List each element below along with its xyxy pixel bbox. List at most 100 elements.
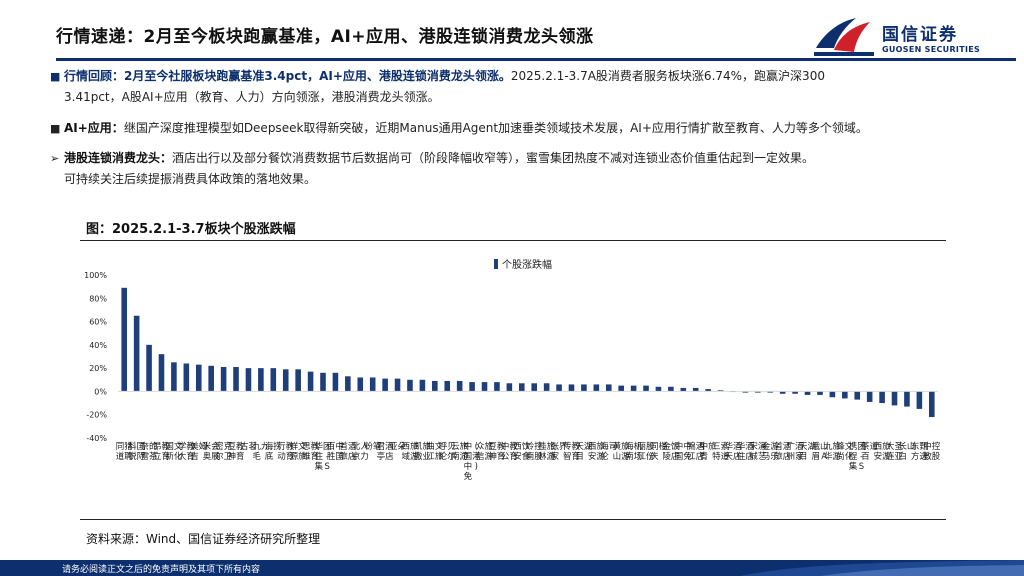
bar <box>817 391 823 395</box>
bar <box>556 384 562 392</box>
bullet-text: 酒店出行以及部分餐饮消费数据节后数据尚可（阶段降幅收窄等），蜜雪集团热度不减对连… <box>172 151 815 165</box>
bar <box>605 384 612 392</box>
bar <box>307 371 314 392</box>
logo-text-cn: 国信证券 <box>882 25 958 45</box>
bar <box>630 385 637 392</box>
bar <box>879 391 885 404</box>
square-bullet-icon: ■ <box>50 70 61 83</box>
bar <box>643 385 649 392</box>
bullet-highlight: 2月至今社服板块跑赢基准3.4pct，AI+应用、港股连锁消费龙头领涨。 <box>124 69 511 83</box>
bullet-hk-chain-consumption-line2: 可持续关注后续提振消费具体政策的落地效果。 <box>64 169 316 190</box>
footer-wave-decoration <box>740 560 1024 576</box>
bar <box>804 391 811 395</box>
bullet-hk-chain-consumption: ➢ 港股连锁消费龙头：酒店出行以及部分餐饮消费数据节后数据尚可（阶段降幅收窄等），… <box>50 148 814 169</box>
y-tick-label: 100% <box>84 271 107 280</box>
bar <box>432 380 438 392</box>
bar <box>258 368 264 392</box>
bar <box>332 372 339 392</box>
bar <box>916 391 923 409</box>
bar <box>581 384 587 392</box>
y-tick-label: -40% <box>86 434 107 443</box>
bar <box>320 372 326 392</box>
bar <box>183 363 190 392</box>
y-tick-label: 80% <box>89 294 107 303</box>
bar <box>195 364 202 392</box>
bullet-text: 2025.2.1-3.7A股消费者服务板块涨6.74%，跑赢沪深300 <box>510 69 825 83</box>
page-title: 行情速递：2月至今板块跑赢基准，AI+应用、港股连锁消费龙头领涨 <box>56 27 594 47</box>
bar <box>171 362 177 392</box>
bar <box>382 378 388 392</box>
bar <box>854 391 861 400</box>
bar <box>928 391 935 418</box>
bullet-label: AI+应用： <box>64 121 124 135</box>
bar <box>904 391 910 407</box>
bar <box>394 378 401 392</box>
y-axis: -40% -20% 0% 20% 40% 60% 80% 100% <box>84 271 107 443</box>
bullet-text: 3.41pct，A股AI+应用（教育、人力）方向领涨，港股消费龙头领涨。 <box>64 90 440 104</box>
bar <box>680 387 687 392</box>
bar <box>233 366 239 392</box>
bar <box>829 391 836 398</box>
bullet-market-review-line2: 3.41pct，A股AI+应用（教育、人力）方向领涨，港股消费龙头领涨。 <box>64 87 440 108</box>
bar <box>543 383 550 392</box>
bullet-text: 继国产深度推理模型如Deepseek取得新突破，近期Manus通用Agent加速… <box>123 121 868 135</box>
y-tick-label: 60% <box>89 318 107 327</box>
bar <box>469 382 475 392</box>
bullet-ai-application: ■ AI+应用：继国产深度推理模型如Deepseek取得新突破，近期Manus通用… <box>50 118 868 139</box>
legend-label: 个股涨跌幅 <box>502 258 552 271</box>
bar <box>506 383 513 392</box>
data-source: 资料来源：Wind、国信证券经济研究所整理 <box>86 532 321 546</box>
bar <box>133 315 140 392</box>
bullet-label: 行情回顾： <box>64 69 125 83</box>
company-logo: 国信证券 GUOSEN SECURITIES <box>812 14 1012 60</box>
bar <box>568 384 575 392</box>
bar <box>531 383 538 392</box>
bar <box>842 391 848 399</box>
header: 行情速递：2月至今板块跑赢基准，AI+应用、港股连锁消费龙头领涨 国信证券 GU… <box>0 0 1024 62</box>
bar <box>593 384 600 392</box>
bar <box>121 287 128 392</box>
bar <box>345 376 351 392</box>
figure-title: 图：2025.2.1-3.7板块个股涨跌幅 <box>86 222 296 237</box>
bar <box>208 365 214 392</box>
bar <box>692 387 699 392</box>
legend-swatch <box>494 259 498 269</box>
bar <box>220 366 227 392</box>
bar <box>618 385 624 392</box>
bar <box>444 380 451 392</box>
bar <box>419 379 426 392</box>
bullet-text: 可持续关注后续提振消费具体政策的落地效果。 <box>64 172 317 186</box>
bar <box>282 369 289 392</box>
bar <box>357 377 364 392</box>
logo-text-en: GUOSEN SECURITIES <box>882 45 981 54</box>
guosen-logo-icon <box>814 18 874 56</box>
bar-series <box>121 287 935 418</box>
y-tick-label: -20% <box>86 411 107 420</box>
bar <box>481 382 488 392</box>
bullet-label: 港股连锁消费龙头： <box>64 151 173 165</box>
bullet-market-review: ■ 行情回顾：2月至今社服板块跑赢基准3.4pct，AI+应用、港股连锁消费龙头领… <box>50 66 825 87</box>
bar <box>270 368 277 392</box>
bar <box>245 368 252 392</box>
bar <box>518 383 525 392</box>
bar <box>295 369 301 392</box>
bar <box>655 386 662 392</box>
figure-top-rule <box>80 240 946 241</box>
bar <box>158 354 165 392</box>
y-tick-label: 0% <box>94 387 107 396</box>
square-bullet-icon: ■ <box>50 122 61 135</box>
y-tick-label: 20% <box>89 364 107 373</box>
bar <box>146 344 152 392</box>
arrow-bullet-icon: ➢ <box>50 152 60 165</box>
x-axis-labels: 同道猎聘科锐国际奈雪的茶昂立教育国新文化学大教育美吉姆米奥会展密尔克卫豆神教育古… <box>116 441 941 482</box>
y-tick-label: 40% <box>89 341 107 350</box>
bar <box>866 391 873 402</box>
bar <box>494 382 500 392</box>
bar <box>369 377 376 392</box>
figure-bottom-rule <box>80 519 946 520</box>
bar <box>891 391 898 406</box>
x-tick-label: 中教控股 <box>923 441 941 462</box>
footer-bar: 请务必阅读正文之后的免责声明及其项下所有内容 <box>0 560 1024 576</box>
stock-change-bar-chart: -40% -20% 0% 20% 40% 60% 80% 100% 同道猎聘科锐国际奈雪的茶昂… <box>84 258 941 482</box>
disclaimer-text: 请务必阅读正文之后的免责声明及其项下所有内容 <box>62 565 261 575</box>
